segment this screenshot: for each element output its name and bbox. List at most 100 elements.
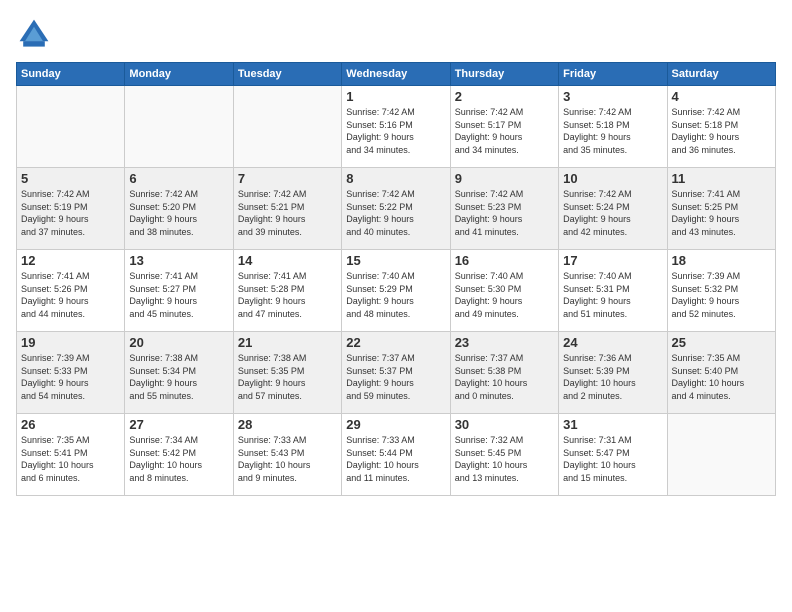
day-number: 9	[455, 171, 554, 186]
day-info: Sunrise: 7:42 AM Sunset: 5:16 PM Dayligh…	[346, 106, 445, 156]
day-number: 1	[346, 89, 445, 104]
day-number: 6	[129, 171, 228, 186]
day-info: Sunrise: 7:41 AM Sunset: 5:27 PM Dayligh…	[129, 270, 228, 320]
calendar-week-row: 12 Sunrise: 7:41 AM Sunset: 5:26 PM Dayli…	[17, 250, 776, 332]
day-number: 20	[129, 335, 228, 350]
day-number: 13	[129, 253, 228, 268]
day-info: Sunrise: 7:42 AM Sunset: 5:18 PM Dayligh…	[672, 106, 771, 156]
calendar-cell: 2 Sunrise: 7:42 AM Sunset: 5:17 PM Daylig…	[450, 86, 558, 168]
page-container: SundayMondayTuesdayWednesdayThursdayFrid…	[0, 0, 792, 612]
page-header	[16, 16, 776, 52]
weekday-header-sunday: Sunday	[17, 63, 125, 86]
day-number: 4	[672, 89, 771, 104]
day-info: Sunrise: 7:39 AM Sunset: 5:33 PM Dayligh…	[21, 352, 120, 402]
day-number: 29	[346, 417, 445, 432]
day-info: Sunrise: 7:42 AM Sunset: 5:17 PM Dayligh…	[455, 106, 554, 156]
day-info: Sunrise: 7:36 AM Sunset: 5:39 PM Dayligh…	[563, 352, 662, 402]
day-number: 26	[21, 417, 120, 432]
day-info: Sunrise: 7:41 AM Sunset: 5:28 PM Dayligh…	[238, 270, 337, 320]
calendar-week-row: 26 Sunrise: 7:35 AM Sunset: 5:41 PM Dayli…	[17, 414, 776, 496]
day-info: Sunrise: 7:33 AM Sunset: 5:43 PM Dayligh…	[238, 434, 337, 484]
day-info: Sunrise: 7:37 AM Sunset: 5:38 PM Dayligh…	[455, 352, 554, 402]
calendar-cell: 16Sunrise: 7:40 AM Sunset: 5:30 PM Dayli…	[450, 250, 558, 332]
day-info: Sunrise: 7:42 AM Sunset: 5:22 PM Dayligh…	[346, 188, 445, 238]
calendar-cell: 10Sunrise: 7:42 AM Sunset: 5:24 PM Dayli…	[559, 168, 667, 250]
weekday-header-tuesday: Tuesday	[233, 63, 341, 86]
day-number: 11	[672, 171, 771, 186]
day-number: 23	[455, 335, 554, 350]
calendar-cell: 30 Sunrise: 7:32 AM Sunset: 5:45 PM Dayli…	[450, 414, 558, 496]
day-number: 27	[129, 417, 228, 432]
day-info: Sunrise: 7:33 AM Sunset: 5:44 PM Dayligh…	[346, 434, 445, 484]
day-info: Sunrise: 7:42 AM Sunset: 5:21 PM Dayligh…	[238, 188, 337, 238]
day-number: 28	[238, 417, 337, 432]
weekday-header-monday: Monday	[125, 63, 233, 86]
day-info: Sunrise: 7:42 AM Sunset: 5:18 PM Dayligh…	[563, 106, 662, 156]
calendar-cell: 18 Sunrise: 7:39 AM Sunset: 5:32 PM Dayli…	[667, 250, 775, 332]
day-info: Sunrise: 7:31 AM Sunset: 5:47 PM Dayligh…	[563, 434, 662, 484]
calendar-cell: 19 Sunrise: 7:39 AM Sunset: 5:33 PM Dayli…	[17, 332, 125, 414]
calendar-cell: 17 Sunrise: 7:40 AM Sunset: 5:31 PM Dayli…	[559, 250, 667, 332]
day-info: Sunrise: 7:32 AM Sunset: 5:45 PM Dayligh…	[455, 434, 554, 484]
calendar-cell	[667, 414, 775, 496]
day-info: Sunrise: 7:35 AM Sunset: 5:41 PM Dayligh…	[21, 434, 120, 484]
day-info: Sunrise: 7:42 AM Sunset: 5:20 PM Dayligh…	[129, 188, 228, 238]
day-number: 24	[563, 335, 662, 350]
logo-icon	[16, 16, 52, 52]
calendar-cell: 15 Sunrise: 7:40 AM Sunset: 5:29 PM Dayli…	[342, 250, 450, 332]
calendar-cell: 22Sunrise: 7:37 AM Sunset: 5:37 PM Dayli…	[342, 332, 450, 414]
calendar-cell	[125, 86, 233, 168]
calendar-cell: 7 Sunrise: 7:42 AM Sunset: 5:21 PM Daylig…	[233, 168, 341, 250]
day-number: 14	[238, 253, 337, 268]
day-number: 30	[455, 417, 554, 432]
day-number: 19	[21, 335, 120, 350]
day-info: Sunrise: 7:34 AM Sunset: 5:42 PM Dayligh…	[129, 434, 228, 484]
calendar-cell: 29 Sunrise: 7:33 AM Sunset: 5:44 PM Dayli…	[342, 414, 450, 496]
weekday-header-wednesday: Wednesday	[342, 63, 450, 86]
calendar-cell	[233, 86, 341, 168]
day-number: 15	[346, 253, 445, 268]
day-number: 25	[672, 335, 771, 350]
day-info: Sunrise: 7:39 AM Sunset: 5:32 PM Dayligh…	[672, 270, 771, 320]
weekday-header-thursday: Thursday	[450, 63, 558, 86]
calendar-week-row: 1 Sunrise: 7:42 AM Sunset: 5:16 PM Daylig…	[17, 86, 776, 168]
calendar-week-row: 5 Sunrise: 7:42 AM Sunset: 5:19 PM Daylig…	[17, 168, 776, 250]
weekday-header-friday: Friday	[559, 63, 667, 86]
calendar-table: SundayMondayTuesdayWednesdayThursdayFrid…	[16, 62, 776, 496]
calendar-cell: 13 Sunrise: 7:41 AM Sunset: 5:27 PM Dayli…	[125, 250, 233, 332]
calendar-cell: 27 Sunrise: 7:34 AM Sunset: 5:42 PM Dayli…	[125, 414, 233, 496]
calendar-cell: 25 Sunrise: 7:35 AM Sunset: 5:40 PM Dayli…	[667, 332, 775, 414]
day-info: Sunrise: 7:40 AM Sunset: 5:29 PM Dayligh…	[346, 270, 445, 320]
calendar-cell: 8 Sunrise: 7:42 AM Sunset: 5:22 PM Daylig…	[342, 168, 450, 250]
calendar-cell: 9Sunrise: 7:42 AM Sunset: 5:23 PM Daylig…	[450, 168, 558, 250]
day-info: Sunrise: 7:42 AM Sunset: 5:19 PM Dayligh…	[21, 188, 120, 238]
day-number: 8	[346, 171, 445, 186]
day-info: Sunrise: 7:40 AM Sunset: 5:31 PM Dayligh…	[563, 270, 662, 320]
day-number: 16	[455, 253, 554, 268]
calendar-cell: 11 Sunrise: 7:41 AM Sunset: 5:25 PM Dayli…	[667, 168, 775, 250]
calendar-cell: 23 Sunrise: 7:37 AM Sunset: 5:38 PM Dayli…	[450, 332, 558, 414]
day-number: 12	[21, 253, 120, 268]
day-number: 21	[238, 335, 337, 350]
day-info: Sunrise: 7:41 AM Sunset: 5:26 PM Dayligh…	[21, 270, 120, 320]
calendar-week-row: 19 Sunrise: 7:39 AM Sunset: 5:33 PM Dayli…	[17, 332, 776, 414]
calendar-cell: 5 Sunrise: 7:42 AM Sunset: 5:19 PM Daylig…	[17, 168, 125, 250]
day-number: 2	[455, 89, 554, 104]
day-number: 17	[563, 253, 662, 268]
day-number: 5	[21, 171, 120, 186]
day-info: Sunrise: 7:42 AM Sunset: 5:24 PM Dayligh…	[563, 188, 662, 238]
calendar-cell: 28 Sunrise: 7:33 AM Sunset: 5:43 PM Dayli…	[233, 414, 341, 496]
calendar-cell: 1 Sunrise: 7:42 AM Sunset: 5:16 PM Daylig…	[342, 86, 450, 168]
day-number: 7	[238, 171, 337, 186]
calendar-cell: 31 Sunrise: 7:31 AM Sunset: 5:47 PM Dayli…	[559, 414, 667, 496]
calendar-cell: 20Sunrise: 7:38 AM Sunset: 5:34 PM Dayli…	[125, 332, 233, 414]
day-number: 18	[672, 253, 771, 268]
calendar-cell: 3Sunrise: 7:42 AM Sunset: 5:18 PM Daylig…	[559, 86, 667, 168]
day-info: Sunrise: 7:35 AM Sunset: 5:40 PM Dayligh…	[672, 352, 771, 402]
calendar-cell: 26 Sunrise: 7:35 AM Sunset: 5:41 PM Dayli…	[17, 414, 125, 496]
logo	[16, 16, 56, 52]
calendar-cell: 6 Sunrise: 7:42 AM Sunset: 5:20 PM Daylig…	[125, 168, 233, 250]
calendar-cell	[17, 86, 125, 168]
day-info: Sunrise: 7:41 AM Sunset: 5:25 PM Dayligh…	[672, 188, 771, 238]
day-number: 31	[563, 417, 662, 432]
